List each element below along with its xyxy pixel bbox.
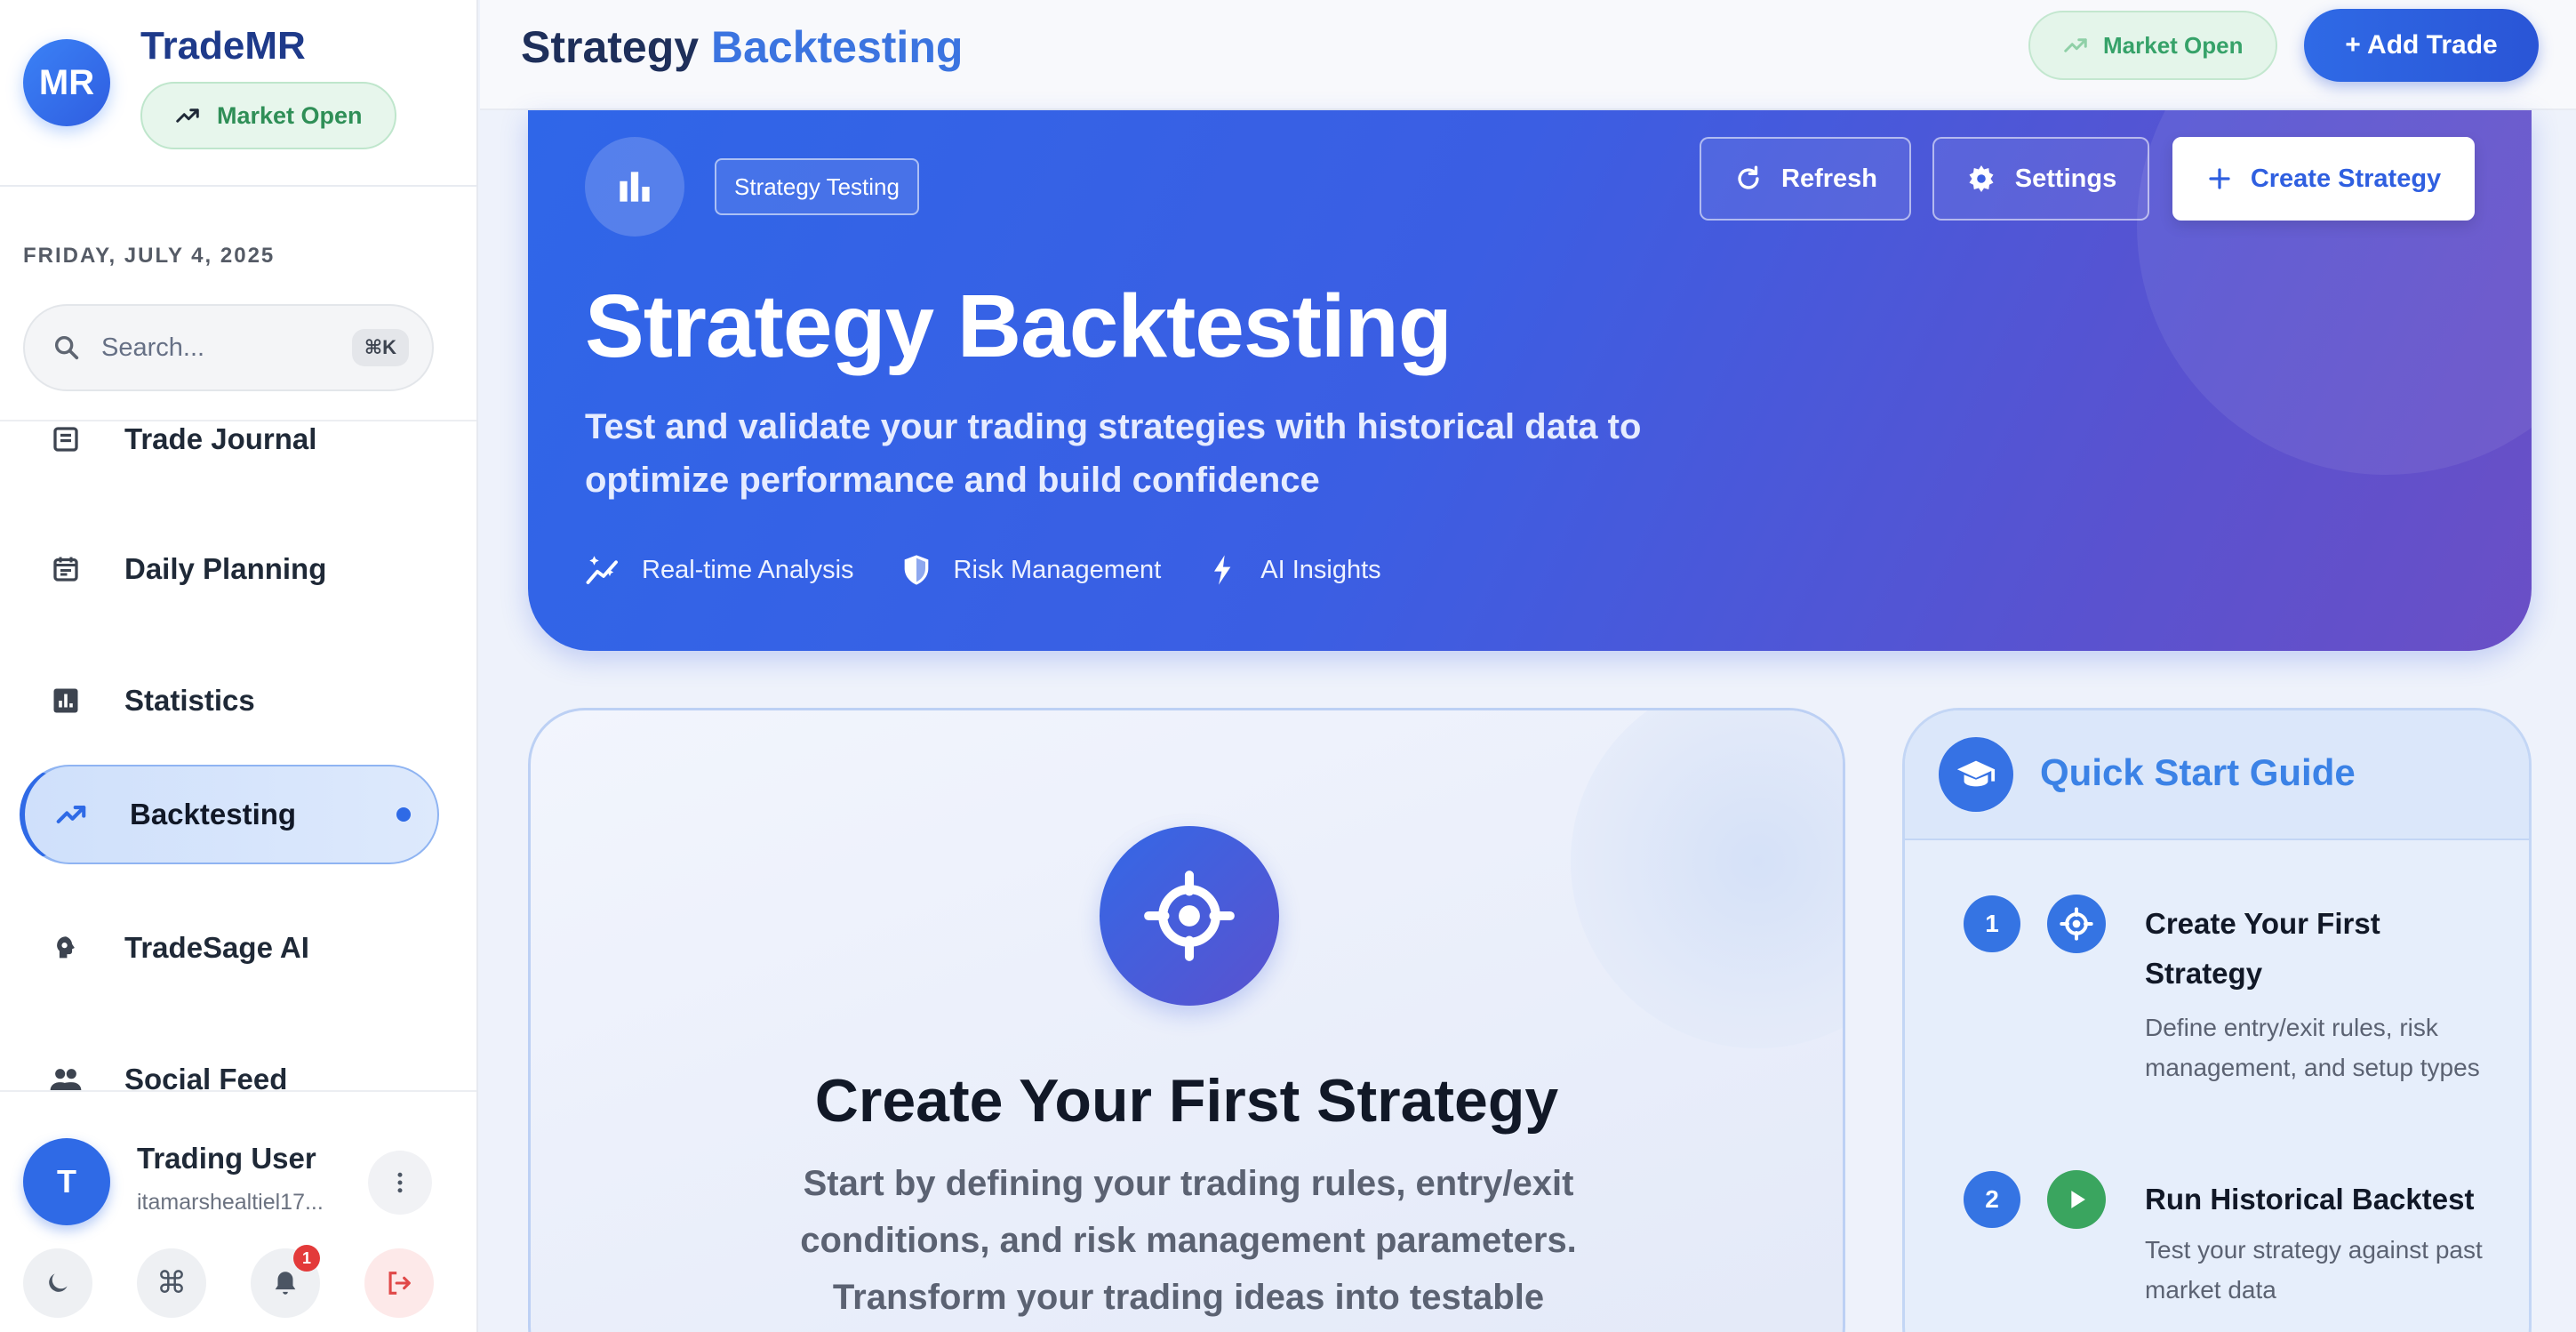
active-indicator-dot — [396, 807, 411, 822]
guide-header: Quick Start Guide — [1905, 710, 2529, 840]
bolt-icon — [1214, 555, 1231, 585]
sidebar-item-trade-journal[interactable]: Trade Journal — [20, 421, 439, 489]
market-status-text: Market Open — [217, 101, 363, 129]
sidebar-item-social-feed[interactable]: Social Feed — [20, 1030, 439, 1090]
feature-label: Risk Management — [953, 555, 1162, 584]
logout-icon — [388, 1272, 411, 1295]
refresh-icon — [1738, 165, 1759, 189]
feature-risk-management: Risk Management — [899, 551, 1162, 589]
user-panel: T Trading User itamarshealtiel17... ⌘ 1 — [0, 1090, 476, 1332]
card-title: Create Your First Strategy — [814, 1067, 1559, 1135]
feature-label: Real-time Analysis — [642, 555, 854, 584]
sidebar-item-label: Statistics — [124, 684, 255, 717]
add-trade-button[interactable]: + Add Trade — [2304, 9, 2539, 82]
search-shortcut: ⌘K — [351, 329, 409, 366]
search-input[interactable]: Search... — [101, 333, 352, 363]
step-title: Run Historical Backtest — [2145, 1183, 2475, 1216]
notifications-button[interactable]: 1 — [251, 1245, 320, 1318]
theme-toggle-button[interactable] — [23, 1248, 92, 1318]
notification-badge: 1 — [293, 1245, 320, 1272]
logout-button[interactable] — [364, 1248, 434, 1318]
bell-icon — [275, 1272, 296, 1295]
target-icon — [2047, 895, 2106, 953]
plus-icon — [2209, 168, 2230, 189]
step-number: 1 — [1964, 895, 2020, 952]
settings-button[interactable]: Settings — [1932, 137, 2149, 221]
graduation-cap-icon — [1939, 737, 2013, 812]
guide-title: Quick Start Guide — [2040, 751, 2356, 793]
sidebar-item-label: Daily Planning — [124, 552, 327, 585]
refresh-label: Refresh — [1781, 164, 1877, 193]
create-strategy-card: Create Your First Strategy Start by defi… — [528, 708, 1845, 1332]
step-description: Test your strategy against past market d… — [2145, 1236, 2483, 1304]
trending-up-icon — [176, 108, 199, 123]
hero-banner: Strategy Testing Refresh Settings Create… — [528, 110, 2532, 651]
sidebar-item-label: Social Feed — [124, 1063, 288, 1090]
moon-icon — [49, 1273, 68, 1292]
user-menu-button[interactable] — [368, 1151, 432, 1215]
search-icon — [54, 335, 79, 360]
trending-up-icon — [53, 797, 89, 832]
create-strategy-label: Create Strategy — [2250, 164, 2442, 193]
page-title-accent: Backtesting — [710, 22, 964, 72]
bar-chart-icon — [48, 683, 84, 718]
bar-chart-icon — [585, 137, 684, 237]
ai-brain-icon — [48, 930, 84, 966]
market-status-badge: Market Open — [2028, 11, 2277, 80]
refresh-button[interactable]: Refresh — [1700, 137, 1911, 221]
gear-icon — [1969, 165, 1994, 192]
more-vertical-icon — [397, 1172, 403, 1193]
command-icon: ⌘ — [156, 1265, 187, 1301]
page-title-primary: Strategy — [521, 22, 700, 72]
shield-icon — [904, 555, 928, 585]
sidebar-item-tradesage-ai[interactable]: TradeSage AI — [20, 898, 439, 998]
strategy-testing-tag: Strategy Testing — [715, 158, 919, 215]
settings-label: Settings — [2014, 164, 2117, 193]
target-icon — [1100, 826, 1279, 1006]
card-description: Start by defining your trading rules, en… — [800, 1164, 1577, 1317]
feature-realtime-analysis: Real-time Analysis — [585, 551, 854, 589]
sidebar: MR TradeMR Market Open FRIDAY, JULY 4, 2… — [0, 0, 478, 1332]
command-palette-button[interactable]: ⌘ — [137, 1248, 206, 1318]
quick-start-guide: Quick Start Guide 1 Create Your First St… — [1902, 708, 2532, 1332]
divider — [0, 185, 476, 187]
sidebar-item-daily-planning[interactable]: Daily Planning — [20, 519, 439, 619]
search-bar[interactable]: Search... ⌘K — [23, 304, 434, 391]
create-strategy-button[interactable]: Create Strategy — [2172, 137, 2475, 221]
hero-subtitle: Test and validate your trading strategie… — [585, 407, 1642, 500]
current-date: FRIDAY, JULY 4, 2025 — [23, 244, 276, 268]
decorative-circle — [1571, 710, 1843, 1048]
market-status-text: Market Open — [2103, 31, 2244, 59]
play-icon — [2047, 1170, 2106, 1229]
trending-up-icon — [2064, 38, 2087, 52]
page-title: Strategy Backtesting — [521, 21, 963, 73]
sidebar-item-label: TradeSage AI — [124, 931, 309, 964]
user-email: itamarshealtiel17... — [137, 1190, 324, 1215]
sidebar-item-label: Trade Journal — [124, 422, 317, 455]
hero-features: Real-time Analysis Risk Management AI In… — [585, 551, 1381, 589]
journal-icon — [48, 421, 84, 457]
market-status-pill: Market Open — [140, 82, 396, 149]
calendar-icon — [48, 551, 84, 587]
user-name: Trading User — [137, 1142, 316, 1175]
sparkle-chart-icon — [586, 556, 618, 584]
sidebar-item-statistics[interactable]: Statistics — [20, 651, 439, 750]
step-description: Define entry/exit rules, risk management… — [2145, 1014, 2480, 1081]
avatar[interactable]: T — [23, 1138, 110, 1225]
brand-name: TradeMR — [140, 24, 306, 68]
step-number: 2 — [1964, 1171, 2020, 1228]
feature-label: AI Insights — [1260, 555, 1381, 584]
feature-ai-insights: AI Insights — [1205, 551, 1381, 589]
sidebar-item-backtesting[interactable]: Backtesting — [20, 765, 439, 864]
brand: MR TradeMR Market Open — [23, 27, 396, 149]
sidebar-nav: Trade Journal Daily Planning Statistics … — [0, 421, 476, 1090]
hero-title: Strategy Backtesting — [585, 277, 1452, 376]
top-bar: Strategy Backtesting Market Open + Add T… — [480, 0, 2576, 110]
step-title: Create Your First Strategy — [2145, 907, 2380, 990]
sidebar-item-label: Backtesting — [130, 798, 297, 830]
brand-logo[interactable]: MR — [23, 39, 110, 126]
people-icon — [48, 1062, 84, 1090]
